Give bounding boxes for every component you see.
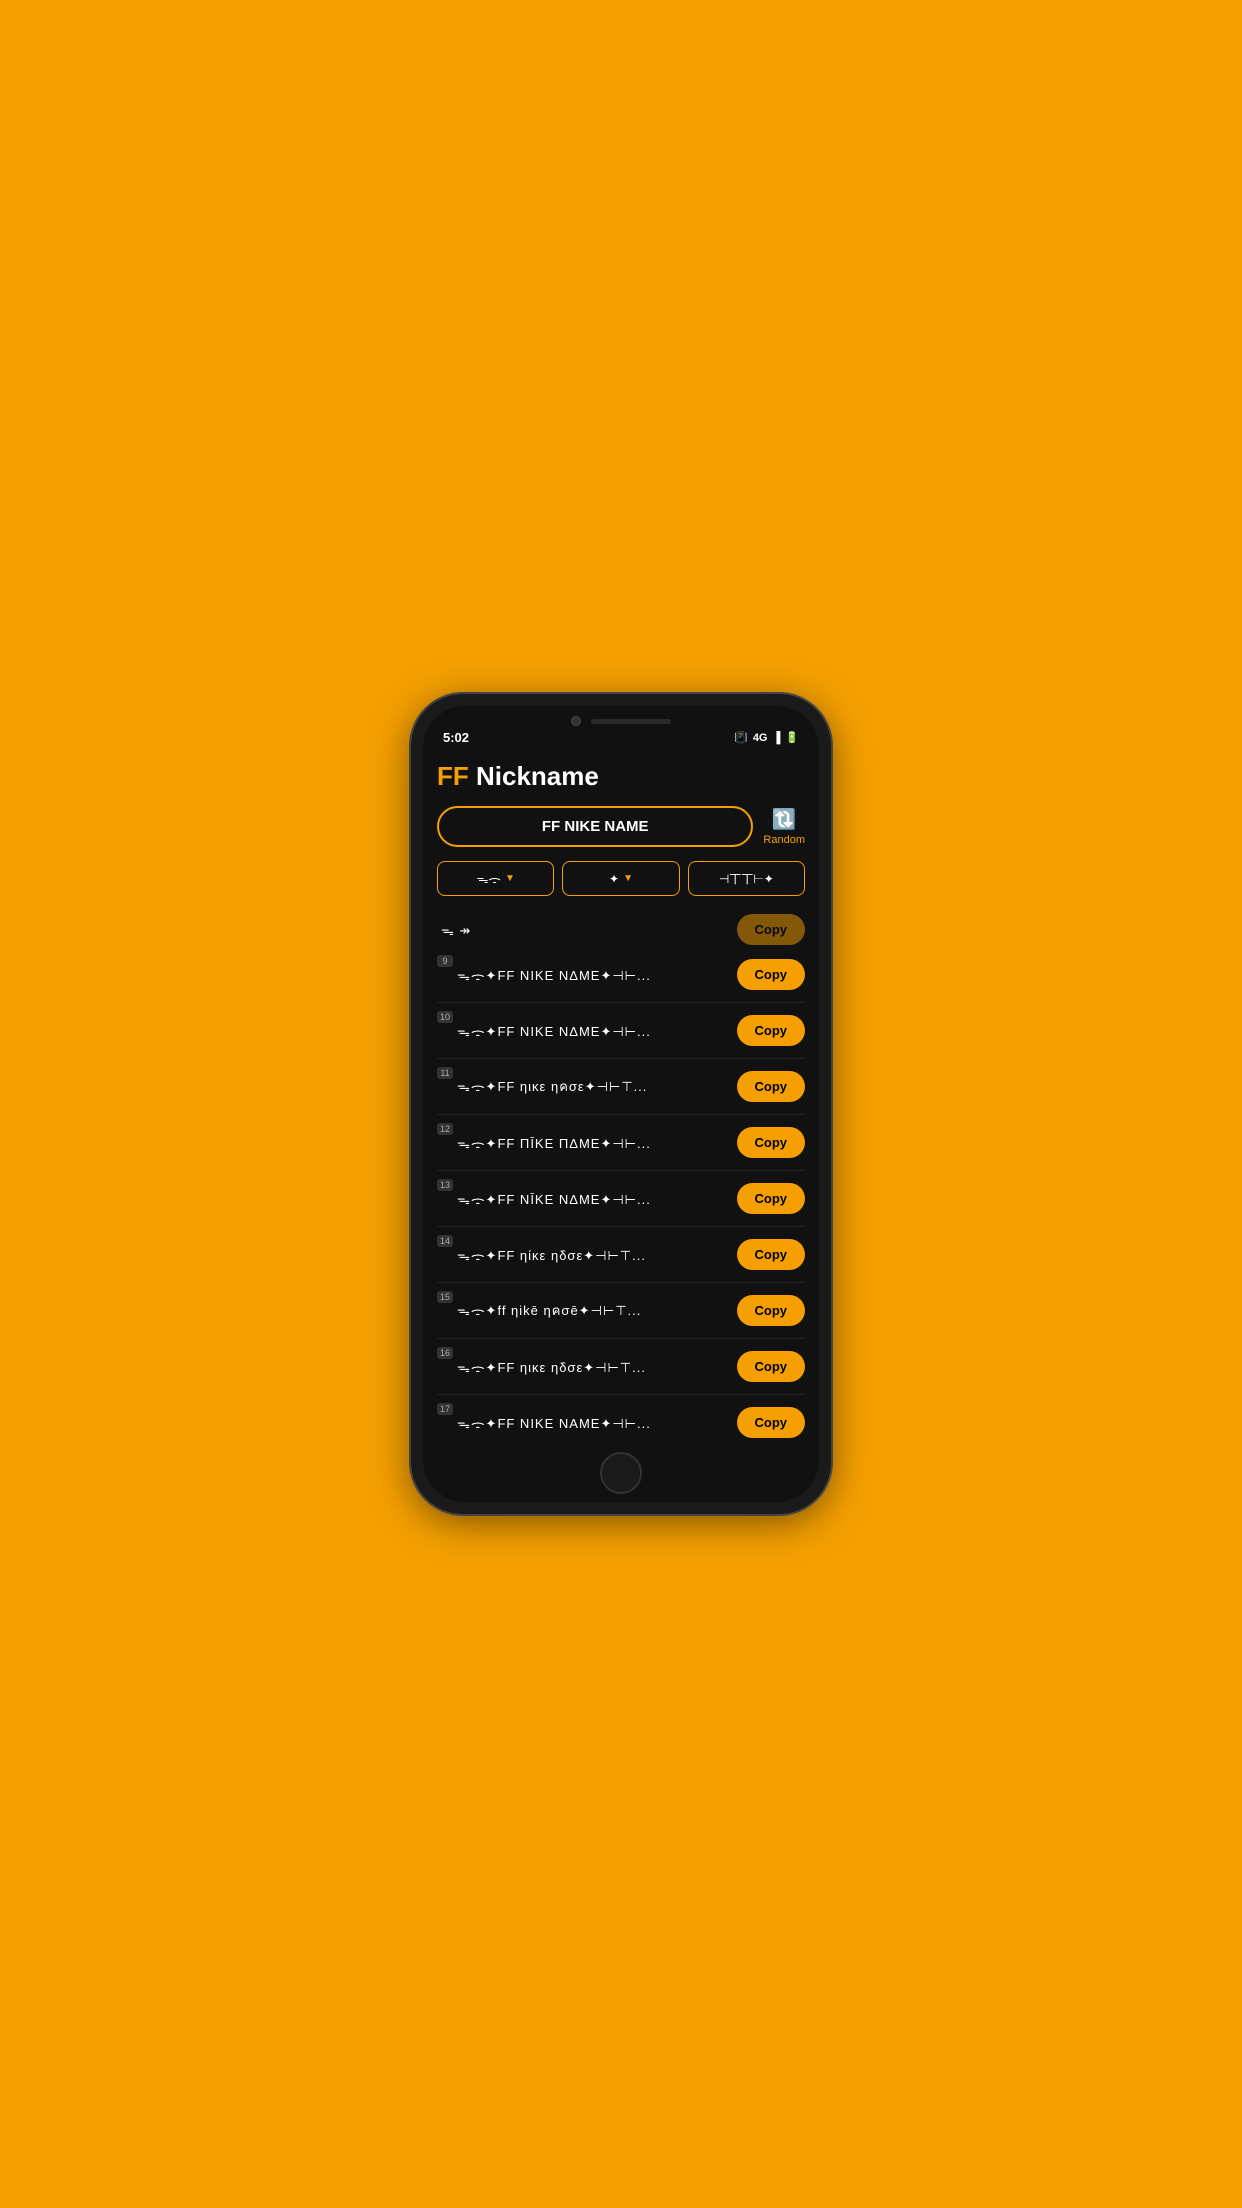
name-item-4: 13ᯓᯙ✦FF ΝĪΚΕ ΝΔΜΕ✦⊣⊢...Copy <box>437 1171 805 1227</box>
network-icon: 4G <box>753 732 768 744</box>
item-text-8: ᯓᯙ✦FF NIKE NAME✦⊣⊢... <box>437 1414 737 1432</box>
item-text-2: ᯓᯙ✦FF ηικε ηคσε✦⊣⊢⊤... <box>437 1076 737 1097</box>
status-bar: 5:02 📳 4G ▐ 🔋 <box>423 730 819 751</box>
status-icons: 📳 4G ▐ 🔋 <box>734 731 799 744</box>
partial-copy-button[interactable]: Copy <box>737 914 806 945</box>
name-item-7: 16ᯓᯙ✦FF ηικε ηδσε✦⊣⊢⊤...Copy <box>437 1339 805 1395</box>
home-button[interactable] <box>600 1452 642 1494</box>
name-item-3: 12ᯓᯙ✦FF ΠĪΚΕ ΠΔΜΕ✦⊣⊢...Copy <box>437 1115 805 1171</box>
random-label: Random <box>763 834 805 846</box>
filter-row: ᯓᯙ ▼ ✦ ▼ ⊣丅丅⊢✦ <box>437 861 805 896</box>
filter-btn-0[interactable]: ᯓᯙ ▼ <box>437 861 554 896</box>
partial-name-item: ᯓ ↠ Copy <box>437 908 805 947</box>
name-item-2: 11ᯓᯙ✦FF ηικε ηคσε✦⊣⊢⊤...Copy <box>437 1059 805 1115</box>
notch-area <box>423 706 819 730</box>
item-number-6: 15 <box>437 1291 453 1303</box>
filter-label-0: ᯓᯙ <box>476 870 501 887</box>
item-text-3: ᯓᯙ✦FF ΠĪΚΕ ΠΔΜΕ✦⊣⊢... <box>437 1134 737 1152</box>
item-number-7: 16 <box>437 1347 453 1359</box>
copy-button-5[interactable]: Copy <box>737 1239 806 1270</box>
name-item-8: 17ᯓᯙ✦FF NIKE NAME✦⊣⊢...Copy <box>437 1395 805 1442</box>
copy-button-1[interactable]: Copy <box>737 1015 806 1046</box>
item-number-8: 17 <box>437 1403 453 1415</box>
phone-frame: 5:02 📳 4G ▐ 🔋 FF Nickname FF NIKE NAME 🔃… <box>411 694 831 1514</box>
filter-label-1: ✦ <box>609 872 619 886</box>
name-item-6: 15ᯓᯙ✦ff ηikē ηคσē✦⊣⊢⊤...Copy <box>437 1283 805 1339</box>
item-text-7: ᯓᯙ✦FF ηικε ηδσε✦⊣⊢⊤... <box>437 1358 737 1376</box>
speaker <box>591 719 671 724</box>
item-number-2: 11 <box>437 1067 453 1079</box>
name-item-0: 9ᯓᯙ✦FF NΙΚΕ ΝΔΜΕ✦⊣⊢...Copy <box>437 947 805 1003</box>
home-indicator <box>423 1442 819 1502</box>
front-camera <box>571 716 581 726</box>
time-display: 5:02 <box>443 730 469 745</box>
app-content: FF Nickname FF NIKE NAME 🔃 Random ᯓᯙ ▼ ✦… <box>423 751 819 1442</box>
search-row: FF NIKE NAME 🔃 Random <box>437 806 805 847</box>
copy-button-2[interactable]: Copy <box>737 1071 806 1102</box>
item-text-1: ᯓᯙ✦FF ΝΙΚΕ ΝΔΜΕ✦⊣⊢... <box>437 1022 737 1040</box>
item-number-0: 9 <box>437 955 453 967</box>
search-box[interactable]: FF NIKE NAME <box>437 806 753 847</box>
item-number-4: 13 <box>437 1179 453 1191</box>
copy-button-7[interactable]: Copy <box>737 1351 806 1382</box>
filter-label-2: ⊣丅丅⊢✦ <box>719 870 774 887</box>
filter-btn-2[interactable]: ⊣丅丅⊢✦ <box>688 861 805 896</box>
partial-item-text: ᯓ ↠ <box>437 921 737 939</box>
item-text-5: ᯓᯙ✦FF ηίκε ηδσε✦⊣⊢⊤... <box>437 1246 737 1264</box>
phone-screen: 5:02 📳 4G ▐ 🔋 FF Nickname FF NIKE NAME 🔃… <box>423 706 819 1502</box>
filter-arrow-1: ▼ <box>623 873 633 884</box>
name-list: 9ᯓᯙ✦FF NΙΚΕ ΝΔΜΕ✦⊣⊢...Copy10ᯓᯙ✦FF ΝΙΚΕ Ν… <box>437 947 805 1442</box>
copy-button-8[interactable]: Copy <box>737 1407 806 1438</box>
vibrate-icon: 📳 <box>734 731 748 744</box>
filter-btn-1[interactable]: ✦ ▼ <box>562 861 679 896</box>
app-title: FF Nickname <box>437 761 805 792</box>
item-number-1: 10 <box>437 1011 453 1023</box>
name-item-5: 14ᯓᯙ✦FF ηίκε ηδσε✦⊣⊢⊤...Copy <box>437 1227 805 1283</box>
item-number-3: 12 <box>437 1123 453 1135</box>
copy-button-4[interactable]: Copy <box>737 1183 806 1214</box>
item-number-5: 14 <box>437 1235 453 1247</box>
copy-button-6[interactable]: Copy <box>737 1295 806 1326</box>
signal-icon: ▐ <box>773 732 781 744</box>
item-text-6: ᯓᯙ✦ff ηikē ηคσē✦⊣⊢⊤... <box>437 1300 737 1321</box>
item-text-4: ᯓᯙ✦FF ΝĪΚΕ ΝΔΜΕ✦⊣⊢... <box>437 1190 737 1208</box>
title-text: Nickname <box>469 761 599 791</box>
copy-button-0[interactable]: Copy <box>737 959 806 990</box>
copy-button-3[interactable]: Copy <box>737 1127 806 1158</box>
filter-arrow-0: ▼ <box>505 873 515 884</box>
battery-icon: 🔋 <box>785 731 799 744</box>
item-text-0: ᯓᯙ✦FF NΙΚΕ ΝΔΜΕ✦⊣⊢... <box>437 966 737 984</box>
name-item-1: 10ᯓᯙ✦FF ΝΙΚΕ ΝΔΜΕ✦⊣⊢...Copy <box>437 1003 805 1059</box>
ff-label: FF <box>437 761 469 791</box>
random-icon: 🔃 <box>772 807 797 832</box>
random-button[interactable]: 🔃 Random <box>763 807 805 846</box>
